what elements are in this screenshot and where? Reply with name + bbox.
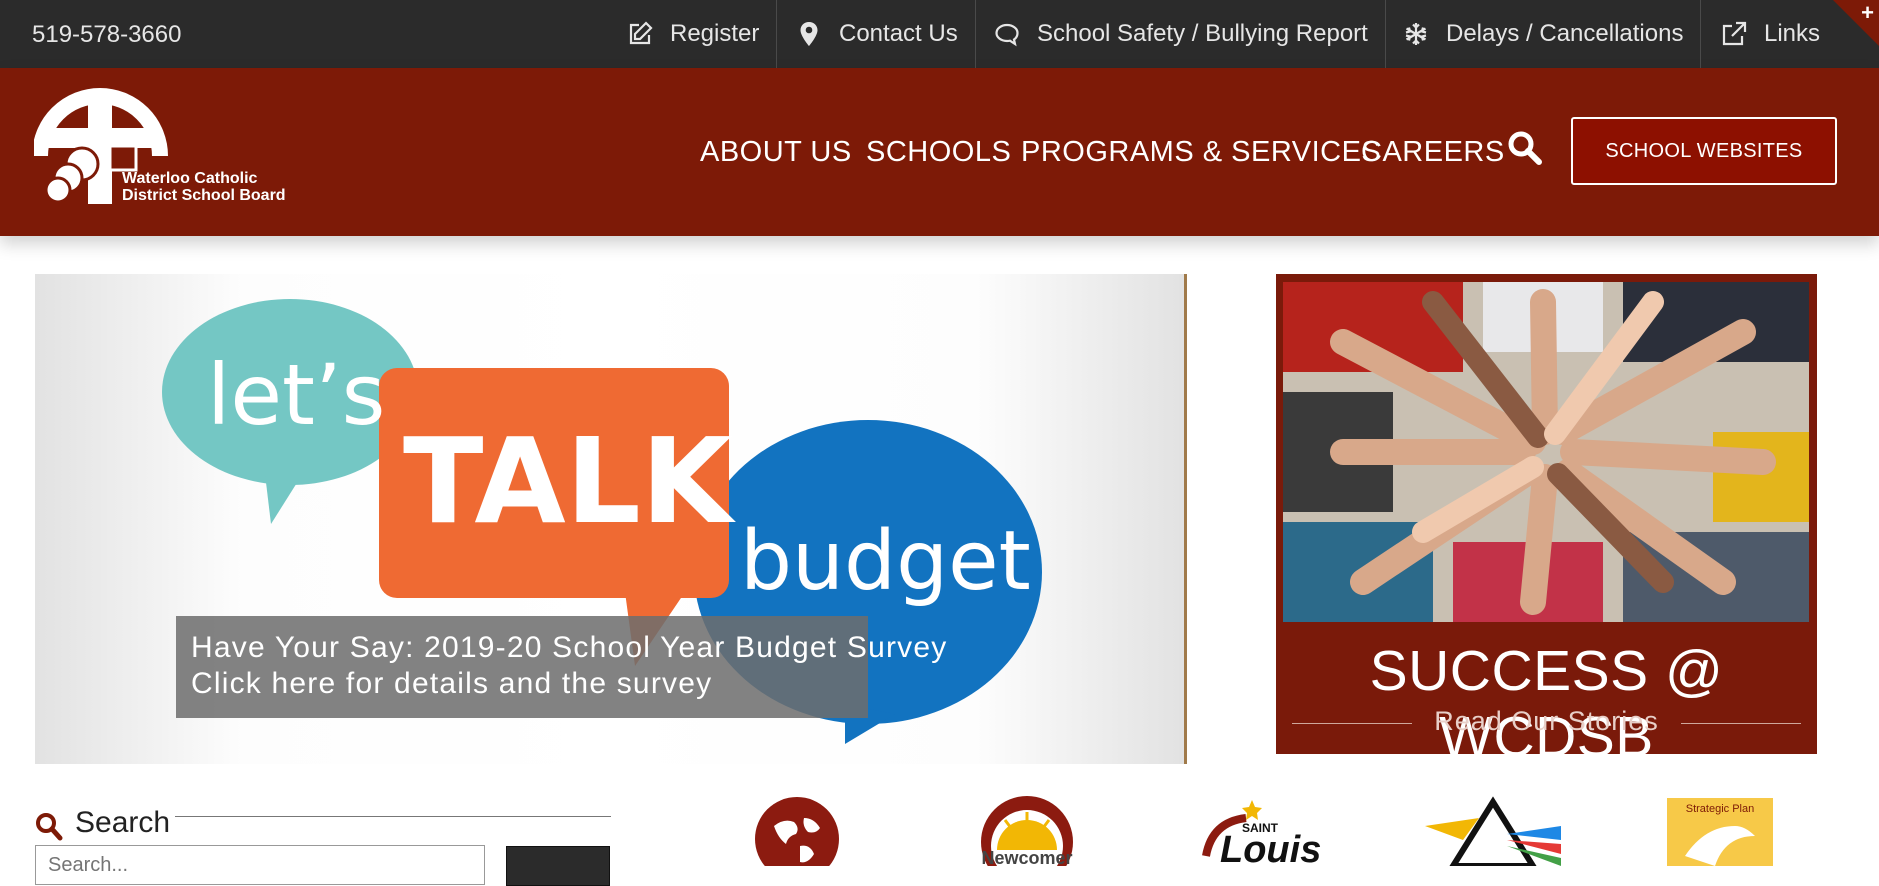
success-stories-promo[interactable]: SUCCESS @ WCDSB Read Our Stories: [1276, 274, 1817, 769]
saint-louis-logo[interactable]: SAINT Louis: [1196, 796, 1332, 866]
talk-word: TALK: [403, 412, 737, 550]
nav-programs-services[interactable]: PROGRAMS & SERVICES: [1021, 68, 1381, 236]
budget-word: budget: [740, 514, 1031, 609]
nav-careers[interactable]: CAREERS: [1361, 68, 1505, 236]
contact-us-link[interactable]: Contact Us: [795, 0, 958, 68]
divider: [1700, 0, 1701, 68]
plus-icon[interactable]: +: [1861, 0, 1874, 26]
slider-caption[interactable]: Have Your Say: 2019-20 School Year Budge…: [176, 616, 948, 718]
search-submit-button[interactable]: [506, 846, 610, 886]
lets-word: let’s: [207, 346, 385, 444]
divider: [776, 0, 777, 68]
search-heading: Search: [75, 806, 171, 839]
louis-label: Louis: [1220, 829, 1321, 866]
newcomer-label: Newcomer: [981, 848, 1072, 866]
chat-bubble-icon: [995, 23, 1019, 47]
prism-logo[interactable]: [1423, 796, 1563, 866]
promo-title: SUCCESS @ WCDSB: [1369, 639, 1724, 769]
search-icon[interactable]: [1507, 130, 1543, 166]
caption-line-2: Click here for details and the survey: [191, 667, 713, 700]
strategic-plan-label: Strategic Plan: [1686, 803, 1754, 815]
divider: [1385, 0, 1386, 68]
nav-about-us[interactable]: ABOUT US: [700, 68, 852, 236]
strategic-plan-logo[interactable]: Strategic Plan: [1665, 796, 1775, 866]
logo-text: Waterloo Catholic District School Board: [122, 170, 286, 204]
newcomer-logo[interactable]: Newcomer: [975, 796, 1085, 866]
register-link[interactable]: Register: [626, 0, 759, 68]
delays-cancellations-label: Delays / Cancellations: [1446, 20, 1684, 47]
phone-number[interactable]: 519-578-3660: [32, 21, 181, 49]
links-link[interactable]: Links: [1720, 0, 1820, 68]
edit-icon: [629, 21, 653, 45]
school-websites-button[interactable]: SCHOOL WEBSITES: [1571, 117, 1837, 185]
map-pin-icon: [800, 22, 818, 46]
hands-together-photo: [1283, 282, 1809, 622]
nav-schools[interactable]: SCHOOLS: [866, 68, 1011, 236]
contact-us-label: Contact Us: [839, 20, 958, 47]
search-section-header: Search: [35, 806, 611, 842]
search-icon: [36, 813, 63, 841]
main-header: Waterloo Catholic District School Board …: [0, 68, 1879, 236]
promo-subtitle: Read Our Stories: [1434, 706, 1659, 736]
delays-cancellations-link[interactable]: Delays / Cancellations: [1402, 0, 1683, 68]
search-input[interactable]: [35, 845, 485, 885]
caption-line-1: Have Your Say: 2019-20 School Year Budge…: [191, 631, 948, 664]
utility-bar: 519-578-3660 Register Contact Us School …: [0, 0, 1879, 68]
budget-slider[interactable]: let’s TALK budget Have Your Say: 2019-20…: [35, 274, 1187, 764]
register-label: Register: [670, 20, 760, 47]
divider: [975, 0, 976, 68]
logo-line-2: District School Board: [122, 187, 286, 204]
links-label: Links: [1764, 20, 1821, 47]
logo-line-1: Waterloo Catholic: [122, 170, 258, 187]
school-safety-label: School Safety / Bullying Report: [1037, 20, 1368, 47]
globe-logo[interactable]: [754, 796, 840, 866]
search-heading-rule: [175, 816, 611, 817]
snowflake-icon: [1405, 23, 1427, 45]
external-link-icon: [1722, 21, 1747, 46]
school-safety-link[interactable]: School Safety / Bullying Report: [993, 0, 1368, 68]
